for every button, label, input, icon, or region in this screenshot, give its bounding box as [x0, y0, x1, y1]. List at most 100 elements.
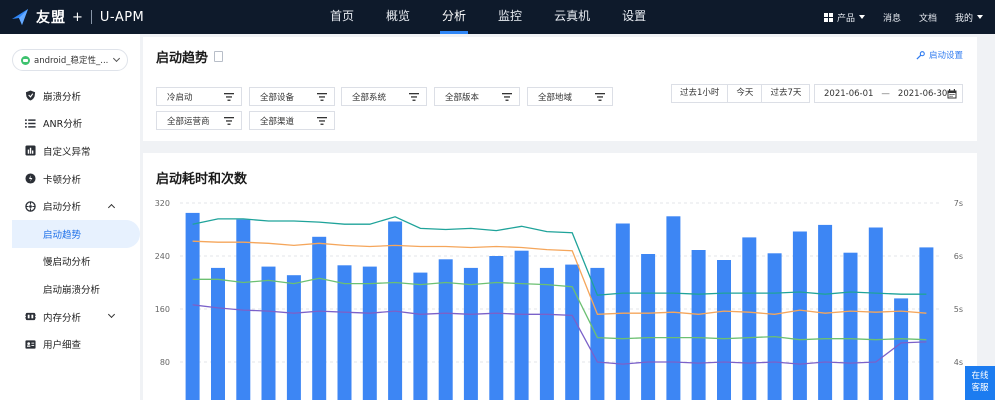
nav-home[interactable]: 首页	[330, 0, 354, 34]
region-filter[interactable]: 全部地域	[527, 87, 613, 106]
user-icon	[24, 338, 36, 350]
chart-bar	[362, 266, 377, 400]
service-line-1: 在线	[971, 371, 989, 381]
filter-icon	[409, 93, 419, 101]
filter-icon	[502, 93, 512, 101]
chart-series-line	[192, 304, 927, 365]
sidebar-item-label: 自定义异常	[43, 146, 91, 158]
startup-settings-link[interactable]: 启动设置	[916, 49, 963, 61]
online-service-button[interactable]: 在线 客服	[965, 366, 995, 400]
nav-analysis[interactable]: 分析	[440, 0, 469, 34]
sidebar-item-slow-startup[interactable]: 慢启动分析	[0, 248, 140, 276]
quick-range-group: 过去1小时 今天 过去7天	[671, 84, 811, 103]
chart-bar	[843, 252, 858, 400]
nav-cloud-device[interactable]: 云真机	[554, 0, 590, 34]
document-icon[interactable]	[214, 51, 224, 62]
chevron-up-icon	[107, 204, 116, 212]
bar-chart-icon	[24, 145, 36, 157]
product-name: U-APM	[99, 9, 145, 25]
range-last-hour[interactable]: 过去1小时	[672, 85, 729, 102]
system-filter[interactable]: 全部系统	[341, 87, 427, 106]
filter-icon	[317, 117, 327, 125]
y-right-tick-label: 5s	[954, 305, 963, 314]
sidebar-item-memory[interactable]: 内存分析	[0, 303, 140, 331]
chart-bar	[489, 256, 504, 400]
filter-label: 全部渠道	[260, 116, 295, 127]
sidebar-menu: 崩溃分析 ANR分析 自定义异常 卡顿分析 启动分析 启动趋势 慢启动分析 启动…	[0, 82, 140, 358]
brand-name: 友盟	[36, 10, 66, 26]
chart-bar	[792, 231, 807, 400]
products-menu[interactable]: 产品	[823, 11, 865, 24]
grid-icon	[823, 12, 833, 22]
docs-link[interactable]: 文档	[919, 11, 937, 24]
wrench-icon	[916, 50, 925, 60]
page-title-text: 启动趋势	[156, 51, 209, 66]
y-left-tick-label: 240	[155, 252, 170, 261]
page-title: 启动趋势	[156, 47, 224, 66]
chart-bar	[894, 298, 909, 400]
chart-bar	[641, 254, 656, 400]
chart-bar	[717, 260, 731, 400]
chart-series-line	[192, 240, 927, 315]
filter-label: 全部系统	[352, 92, 387, 103]
nav-overview[interactable]: 概览	[386, 0, 410, 34]
sidebar-item-startup-crash[interactable]: 启动崩溃分析	[0, 275, 140, 303]
sidebar-item-startup-trend[interactable]: 启动趋势	[12, 219, 140, 248]
chevron-down-icon	[107, 310, 116, 318]
list-icon	[24, 117, 36, 129]
chart-bar	[413, 272, 428, 400]
top-navbar: 友盟 + U-APM 首页 概览 分析 监控 云真机 设置 产品 消息 文档 我…	[0, 0, 995, 34]
chart-bar	[337, 265, 352, 400]
version-filter[interactable]: 全部版本	[434, 87, 520, 106]
startup-settings-label: 启动设置	[928, 51, 963, 61]
main-nav: 首页 概览 分析 监控 云真机 设置	[330, 0, 678, 34]
caret-down-icon	[858, 15, 865, 19]
chart-bar	[767, 253, 782, 400]
date-range-picker[interactable]: 2021-06-01 — 2021-06-30	[814, 84, 963, 103]
startup-chart: 320 240 160 80 7s 6s 5s 4s	[155, 199, 963, 400]
range-today[interactable]: 今天	[728, 85, 763, 102]
chart-bar	[211, 267, 225, 400]
sidebar-item-anr[interactable]: ANR分析	[0, 110, 140, 138]
chart-bar	[615, 223, 630, 400]
chart-bar	[539, 267, 554, 400]
sidebar-item-label: ANR分析	[43, 119, 83, 131]
filter-icon	[317, 93, 327, 101]
caret-down-icon	[977, 15, 983, 19]
chart-bar	[261, 266, 276, 400]
chart-bar	[463, 267, 478, 400]
sidebar-item-label: 用户细查	[43, 340, 82, 352]
sidebar: android_稳定性_... 崩溃分析 ANR分析 自定义异常 卡顿分析 启动…	[0, 34, 140, 400]
sidebar-item-startup[interactable]: 启动分析	[0, 192, 140, 220]
app-selector[interactable]: android_稳定性_...	[12, 49, 128, 71]
device-filter[interactable]: 全部设备	[249, 87, 335, 106]
messages-link[interactable]: 消息	[883, 11, 901, 24]
y-right-tick-label: 7s	[954, 199, 963, 208]
chart-bar	[514, 250, 529, 400]
date-start: 2021-06-01	[824, 88, 874, 99]
sidebar-item-label: 启动分析	[43, 202, 82, 214]
chart-bar	[742, 237, 757, 400]
jam-icon	[24, 173, 36, 185]
startup-type-filter[interactable]: 冷启动	[156, 87, 242, 106]
nav-monitor[interactable]: 监控	[498, 0, 522, 34]
sidebar-item-label: 崩溃分析	[43, 91, 82, 103]
service-line-2: 客服	[971, 383, 989, 393]
sidebar-item-label: 启动崩溃分析	[43, 284, 101, 296]
carrier-filter[interactable]: 全部运营商	[156, 111, 242, 130]
android-icon	[21, 55, 30, 65]
nav-settings[interactable]: 设置	[622, 0, 646, 34]
mine-menu[interactable]: 我的	[955, 11, 983, 24]
brand[interactable]: 友盟 + U-APM	[0, 0, 144, 34]
sidebar-item-jank[interactable]: 卡顿分析	[0, 165, 140, 193]
sidebar-item-crash[interactable]: 崩溃分析	[0, 82, 140, 110]
sidebar-item-custom-exception[interactable]: 自定义异常	[0, 137, 140, 165]
filter-label: 全部运营商	[167, 116, 210, 127]
range-last-7-days[interactable]: 过去7天	[762, 85, 810, 102]
sidebar-item-label: 内存分析	[43, 312, 82, 324]
channel-filter[interactable]: 全部渠道	[249, 111, 335, 130]
sidebar-item-user-detail[interactable]: 用户细查	[0, 330, 140, 358]
chart-bar	[666, 216, 681, 400]
memory-icon	[24, 311, 36, 323]
chart-bar	[565, 264, 580, 400]
